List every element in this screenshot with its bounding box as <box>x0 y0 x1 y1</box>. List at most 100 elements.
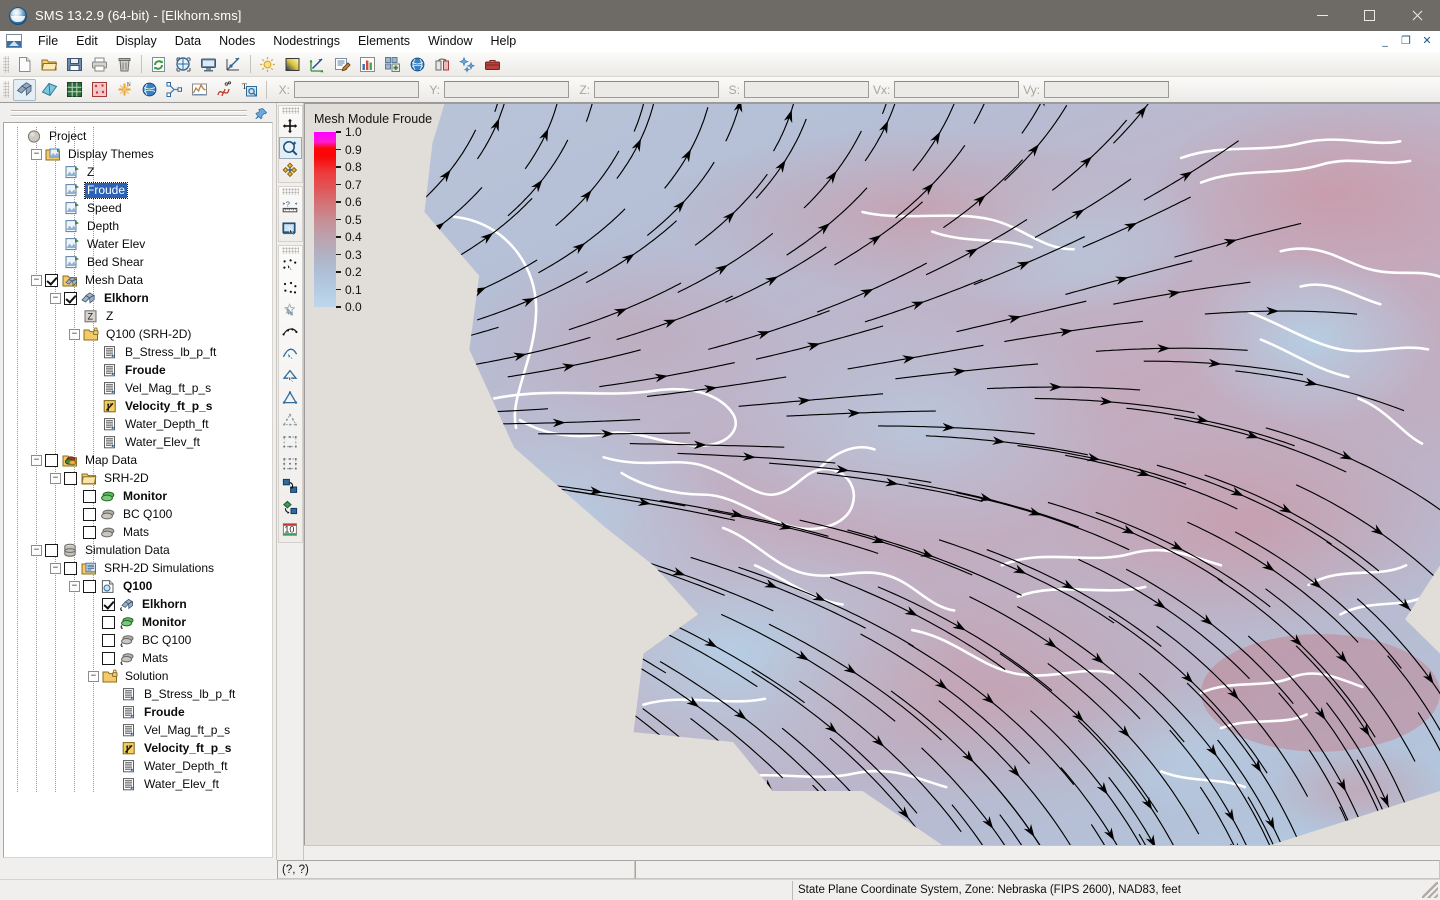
open-folder-icon[interactable] <box>38 53 61 75</box>
tree-item-b-stress-lb-p-ft[interactable]: B_Stress_lb_p_ft <box>4 343 272 361</box>
tree-checkbox[interactable] <box>102 651 115 665</box>
tree-item-display-themes[interactable]: − Display Themes <box>4 145 272 163</box>
tree-expander[interactable]: − <box>69 580 80 592</box>
tree-item-bed-shear[interactable]: Bed Shear <box>4 253 272 271</box>
tree-item-srh-2d-simulations[interactable]: − SRH-2D Simulations <box>4 559 272 577</box>
mdi-restore-button[interactable]: ❐ <box>1396 32 1416 49</box>
tree-item-project[interactable]: Project <box>4 127 272 145</box>
zoom-tool-icon[interactable] <box>278 137 302 159</box>
tree-checkbox[interactable] <box>83 489 96 503</box>
tree-expander[interactable]: − <box>31 544 42 556</box>
add-grid-icon[interactable] <box>381 53 404 75</box>
tool-palette-grip[interactable] <box>281 107 299 114</box>
print-icon[interactable] <box>88 53 111 75</box>
tree-checkbox[interactable] <box>64 561 77 575</box>
curve-module-icon[interactable] <box>213 79 236 101</box>
tree-item-srh-2d[interactable]: − SRH-2D <box>4 469 272 487</box>
pan-tool-icon[interactable] <box>279 115 302 137</box>
menu-display[interactable]: Display <box>107 31 166 51</box>
tree-item-elkhorn[interactable]: Elkhorn <box>4 595 272 613</box>
tree-checkbox[interactable] <box>83 507 96 521</box>
tree-expander[interactable]: − <box>31 148 42 160</box>
scatter-module-icon[interactable] <box>38 79 61 101</box>
menu-file[interactable]: File <box>29 31 67 51</box>
tree-item-q100[interactable]: − Q100 <box>4 577 272 595</box>
mesh-contour-plot[interactable] <box>305 104 1440 845</box>
vector-options-icon[interactable] <box>306 53 329 75</box>
tree-item-vel-mag-ft-p-s[interactable]: Vel_Mag_ft_p_s <box>4 379 272 397</box>
select-nodes-tool-icon[interactable] <box>279 255 302 277</box>
maximize-button[interactable] <box>1346 0 1393 31</box>
select-node-pts-tool-icon[interactable] <box>279 277 302 299</box>
tree-expander[interactable]: − <box>31 274 42 286</box>
tree-item-velocity-ft-p-s[interactable]: Velocity_ft_p_s <box>4 739 272 757</box>
tree-item-elkhorn[interactable]: − Elkhorn <box>4 289 272 307</box>
tree-checkbox[interactable] <box>45 543 58 557</box>
tree-expander[interactable]: − <box>31 454 42 466</box>
vy-value-field[interactable] <box>1044 81 1169 98</box>
menu-nodestrings[interactable]: Nodestrings <box>264 31 349 51</box>
tree-checkbox[interactable] <box>45 273 58 287</box>
swap-edge-tool-icon[interactable] <box>279 475 302 497</box>
tree-expander[interactable]: − <box>88 670 99 682</box>
create-nodestring-tool-icon[interactable] <box>279 343 302 365</box>
profile-module-icon[interactable] <box>188 79 211 101</box>
create-node-tool-icon[interactable] <box>279 299 302 321</box>
contour-options-icon[interactable] <box>281 53 304 75</box>
tree-checkbox[interactable] <box>102 597 115 611</box>
tree-item-velocity-ft-p-s[interactable]: Velocity_ft_p_s <box>4 397 272 415</box>
mdi-close-button[interactable]: ✕ <box>1417 32 1437 49</box>
create-element-tool-icon[interactable] <box>279 387 302 409</box>
menu-data[interactable]: Data <box>166 31 210 51</box>
extrude-icon[interactable] <box>431 53 454 75</box>
select-triangle-tool-icon[interactable] <box>279 409 302 431</box>
toolbar-grip[interactable] <box>3 55 9 73</box>
tree-item-water-elev-ft[interactable]: Water_Elev_ft <box>4 775 272 793</box>
measure-tool-icon[interactable]: ? <box>279 196 302 218</box>
tree-checkbox[interactable] <box>45 453 58 467</box>
s-value-field[interactable] <box>744 81 869 98</box>
tree-item-mesh-data[interactable]: − Mesh Data <box>4 271 272 289</box>
annotation-module-icon[interactable]: T <box>238 79 261 101</box>
menu-help[interactable]: Help <box>482 31 526 51</box>
tree-item-bc-q100[interactable]: BC Q100 <box>4 505 272 523</box>
tree-item-map-data[interactable]: − Map Data <box>4 451 272 469</box>
menu-elements[interactable]: Elements <box>349 31 419 51</box>
pin-icon[interactable] <box>254 107 268 121</box>
y-coordinate-field[interactable] <box>444 81 569 98</box>
tree-item-speed[interactable]: Speed <box>4 199 272 217</box>
toolbox-icon[interactable] <box>481 53 504 75</box>
tree-checkbox[interactable] <box>64 471 77 485</box>
tree-item-water-elev-ft[interactable]: Water_Elev_ft <box>4 433 272 451</box>
tree-item-depth[interactable]: Depth <box>4 217 272 235</box>
tree-item-mats[interactable]: Mats <box>4 523 272 541</box>
tree-item-q100-srh-2d[interactable]: − Q100 (SRH-2D) <box>4 325 272 343</box>
menu-edit[interactable]: Edit <box>67 31 107 51</box>
select-window-tool-icon[interactable] <box>279 218 302 240</box>
select-patch-tool-icon[interactable] <box>279 453 302 475</box>
tree-checkbox[interactable] <box>102 633 115 647</box>
tree-item-simulation-data[interactable]: − Simulation Data <box>4 541 272 559</box>
plot-wizard-icon[interactable] <box>222 53 245 75</box>
select-element-tool-icon[interactable] <box>279 365 302 387</box>
tree-item-froude[interactable]: Froude <box>4 181 272 199</box>
tree-checkbox[interactable] <box>64 291 77 305</box>
minimize-button[interactable] <box>1299 0 1346 31</box>
edit-dataset-icon[interactable] <box>331 53 354 75</box>
map-module-icon[interactable] <box>138 79 161 101</box>
tree-item-z[interactable]: ZZ <box>4 307 272 325</box>
tree-item-froude[interactable]: Froude <box>4 703 272 721</box>
tool-palette-grip[interactable] <box>281 247 299 254</box>
particle-module-icon[interactable]: N <box>113 79 136 101</box>
tree-checkbox[interactable] <box>83 525 96 539</box>
select-quad-tool-icon[interactable] <box>279 431 302 453</box>
tree-item-monitor[interactable]: Monitor <box>4 613 272 631</box>
project-tree[interactable]: Project − Display Themes Z Froude Speed Depth W… <box>3 122 273 858</box>
tree-checkbox[interactable] <box>83 579 96 593</box>
sun-light-icon[interactable] <box>256 53 279 75</box>
tree-item-water-elev[interactable]: Water Elev <box>4 235 272 253</box>
vx-value-field[interactable] <box>894 81 1019 98</box>
resize-grip-icon[interactable] <box>1422 882 1438 898</box>
menu-nodes[interactable]: Nodes <box>210 31 264 51</box>
new-file-icon[interactable] <box>13 53 36 75</box>
